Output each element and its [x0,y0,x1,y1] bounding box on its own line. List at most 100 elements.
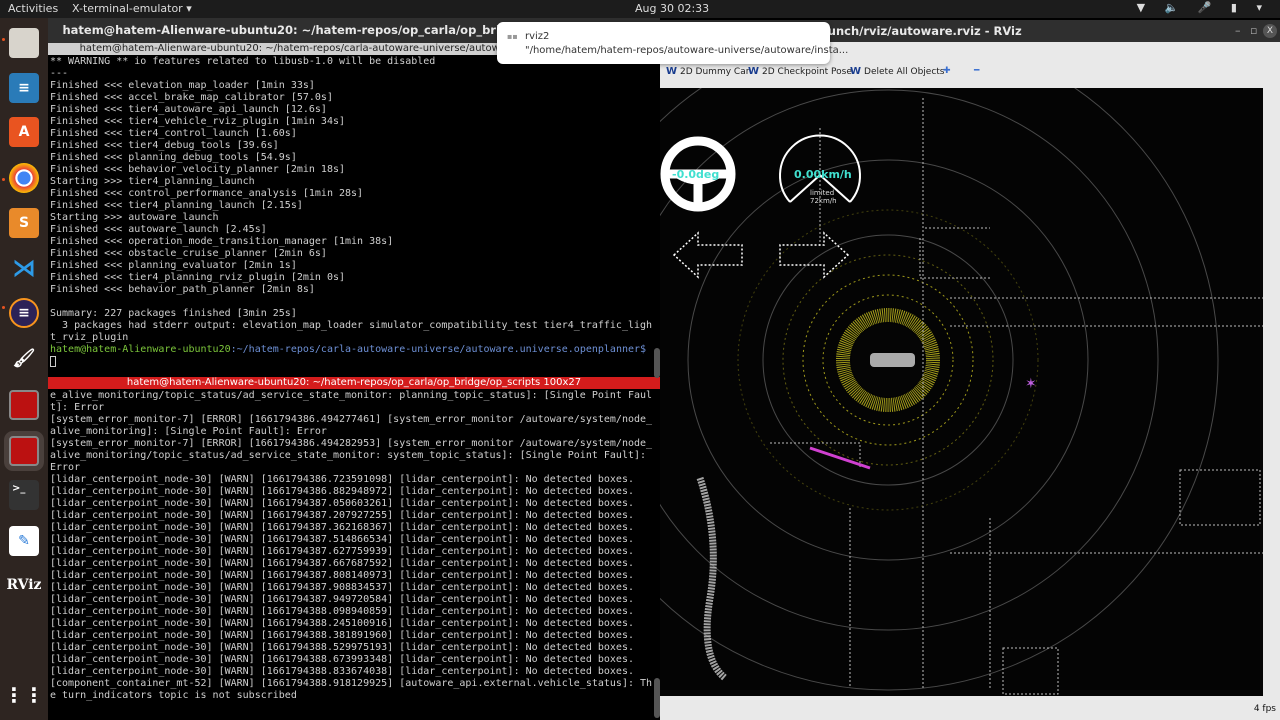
close-button[interactable]: X [1263,24,1277,38]
notification-popup[interactable]: ▪▪ rviz2 "/home/hatem/hatem-repos/autowa… [497,22,848,64]
terminal-line: [lidar_centerpoint_node-30] [WARN] [1661… [50,666,634,677]
steering-angle: -0.0deg [672,168,720,181]
rviz-window: aunch/rviz/autoware.rviz - RViz – ▫ X W2… [660,20,1280,720]
clock[interactable]: Aug 30 02:33 [635,2,709,15]
chrome-icon[interactable] [9,163,39,193]
prompt-path: :~/hatem-repos/carla-autoware-universe/a… [230,344,647,355]
notification-body: "/home/hatem/hatem-repos/autoware-univer… [525,45,849,56]
minimize-button[interactable]: – [1235,24,1241,37]
left-turn-signal-icon [672,231,743,279]
terminal-line: Finished <<< elevation_map_loader [1min … [50,80,315,91]
terminal-line: Finished <<< planning_debug_tools [54.9s… [50,152,297,163]
terminal-line: [component_container_mt-52] [WARN] [1661… [50,678,653,689]
checkpoint-pose-tool[interactable]: W 2D Checkpoint Pose [748,66,852,77]
terminal-line: Finished <<< tier4_planning_launch [2.15… [50,200,303,211]
terminal-line: [lidar_centerpoint_node-30] [WARN] [1661… [50,546,634,557]
autoware-icon: W [666,66,678,77]
activities-button[interactable]: Activities [8,2,58,15]
terminal-line: [lidar_centerpoint_node-30] [WARN] [1661… [50,606,634,617]
terminal-line: Finished <<< tier4_control_launch [1.60s… [50,128,297,139]
top-terminal-pane[interactable]: ** WARNING ** io features related to lib… [48,55,660,377]
running-indicator [2,178,5,181]
text-editor-icon[interactable]: ✎ [9,526,39,556]
delete-all-objects-tool[interactable]: W Delete All Objects [850,66,944,77]
side-panel-handle[interactable] [1263,88,1280,696]
terminal-line: e turn_indicators topic is not subscribe… [50,690,297,701]
cursor [50,356,56,367]
terminal-line: Error [50,462,81,473]
autoware-icon: W [850,66,862,77]
terminal-line: [lidar_centerpoint_node-30] [WARN] [1661… [50,498,634,509]
terminal-line: Finished <<< control_performance_analysi… [50,188,364,199]
software-icon[interactable]: A [9,117,39,147]
terminal-line: [lidar_centerpoint_node-30] [WARN] [1661… [50,582,634,593]
ego-vehicle [870,353,915,367]
terminal-line: Starting >>> autoware_launch [50,212,219,223]
terminal-line: [lidar_centerpoint_node-30] [WARN] [1661… [50,618,634,629]
running-indicator [2,306,5,309]
maximize-button[interactable]: ▫ [1250,24,1257,37]
rviz-icon[interactable]: RViz [6,570,41,600]
show-applications-icon[interactable]: ⋮⋮ [4,680,44,710]
tool-label: 2D Checkpoint Pose [762,66,852,77]
terminal-line: alive_monitoring]: [Single Point Fault]:… [50,426,327,437]
speed-limit-label: limited [810,189,835,197]
terminal-line: t]: Error [50,402,105,413]
fps-counter: 4 fps [1253,704,1276,714]
terminator-icon[interactable] [9,390,39,420]
tool-label: Delete All Objects [864,66,945,77]
terminal-line: [lidar_centerpoint_node-30] [WARN] [1661… [50,594,634,605]
terminal-line: Finished <<< tier4_autoware_api_launch [… [50,104,327,115]
terminal-line: [lidar_centerpoint_node-30] [WARN] [1661… [50,486,634,497]
terminal-line: [lidar_centerpoint_node-30] [WARN] [1661… [50,570,634,581]
3d-viewport[interactable]: ✶ -0.0deg 0.00km/h limited 72km/h [660,88,1263,696]
point-cloud-scene: ✶ [660,88,1263,695]
vscode-icon[interactable]: ⋊ [9,253,39,283]
eclipse-icon[interactable]: ≡ [9,298,39,328]
app-menu[interactable]: X-terminal-emulator ▾ [72,2,192,15]
terminal-line: [lidar_centerpoint_node-30] [WARN] [1661… [50,642,634,653]
shell-prompt: hatem@hatem-Alienware-ubuntu20:~/hatem-r… [50,344,658,356]
speed-limit-value: 72km/h [810,197,837,205]
terminal-line: Starting >>> tier4_planning_launch [50,176,255,187]
terminal-line: alive_monitoring/topic_status/ad_service… [50,450,647,461]
system-tray[interactable]: ▼ 🔈 🎤 ▮ ▾ [1137,1,1270,14]
bottom-terminal-pane[interactable]: e_alive_monitoring/topic_status/ad_servi… [48,389,660,717]
terminal-line: [system_error_monitor-7] [ERROR] [166179… [50,438,653,449]
remove-tool-icon[interactable]: ━ [974,66,979,76]
terminal-line: [lidar_centerpoint_node-30] [WARN] [1661… [50,558,634,569]
planned-path [809,446,871,470]
add-tool-icon[interactable]: ✚ [943,66,951,76]
terminal-line: Finished <<< accel_brake_map_calibrator … [50,92,333,103]
terminal-line: Finished <<< behavior_path_planner [2min… [50,284,315,295]
terminator-active-icon[interactable] [9,436,39,466]
files-icon[interactable] [9,28,39,58]
terminal-icon[interactable]: >_ [9,480,39,510]
running-indicator [2,38,5,41]
terminal-line: [lidar_centerpoint_node-30] [WARN] [1661… [50,522,634,533]
terminal-line: --- [50,68,69,79]
terminal-line: [lidar_centerpoint_node-30] [WARN] [1661… [50,510,634,521]
terminal-line: Finished <<< autoware_launch [2.45s] [50,224,267,235]
top-bar: Activities X-terminal-emulator ▾ Aug 30 … [0,0,1280,18]
terminal-line: Finished <<< obstacle_cruise_planner [2m… [50,248,327,259]
terminal-line: e_alive_monitoring/topic_status/ad_servi… [50,390,653,401]
bottom-pane-title[interactable]: hatem@hatem-Alienware-ubuntu20: ~/hatem-… [48,377,660,389]
rviz-title: aunch/rviz/autoware.rviz - RViz [820,24,1022,38]
terminal-window: hatem@hatem-Alienware-ubuntu20: ~/hatem-… [48,18,660,720]
bottom-pane-title-text: hatem@hatem-Alienware-ubuntu20: ~/hatem-… [126,377,582,388]
app-icon: ▪▪ [507,32,518,41]
terminal-line: Summary: 227 packages finished [3min 25s… [50,308,297,319]
writer-icon[interactable]: ≡ [9,73,39,103]
terminal-line: Finished <<< behavior_velocity_planner [… [50,164,346,175]
notification-app: rviz2 [525,31,550,42]
paint-icon[interactable]: 🖌 [9,343,39,373]
terminal-line: [system_error_monitor-7] [ERROR] [166179… [50,414,653,425]
blender-icon[interactable]: S [9,208,39,238]
terminal-line: [lidar_centerpoint_node-30] [WARN] [1661… [50,534,634,545]
right-turn-signal-icon [779,231,850,279]
terminal-line: Finished <<< tier4_planning_rviz_plugin … [50,272,346,283]
goal-marker: ✶ [1025,376,1037,392]
dummy-car-tool[interactable]: W 2D Dummy Car [666,66,749,77]
